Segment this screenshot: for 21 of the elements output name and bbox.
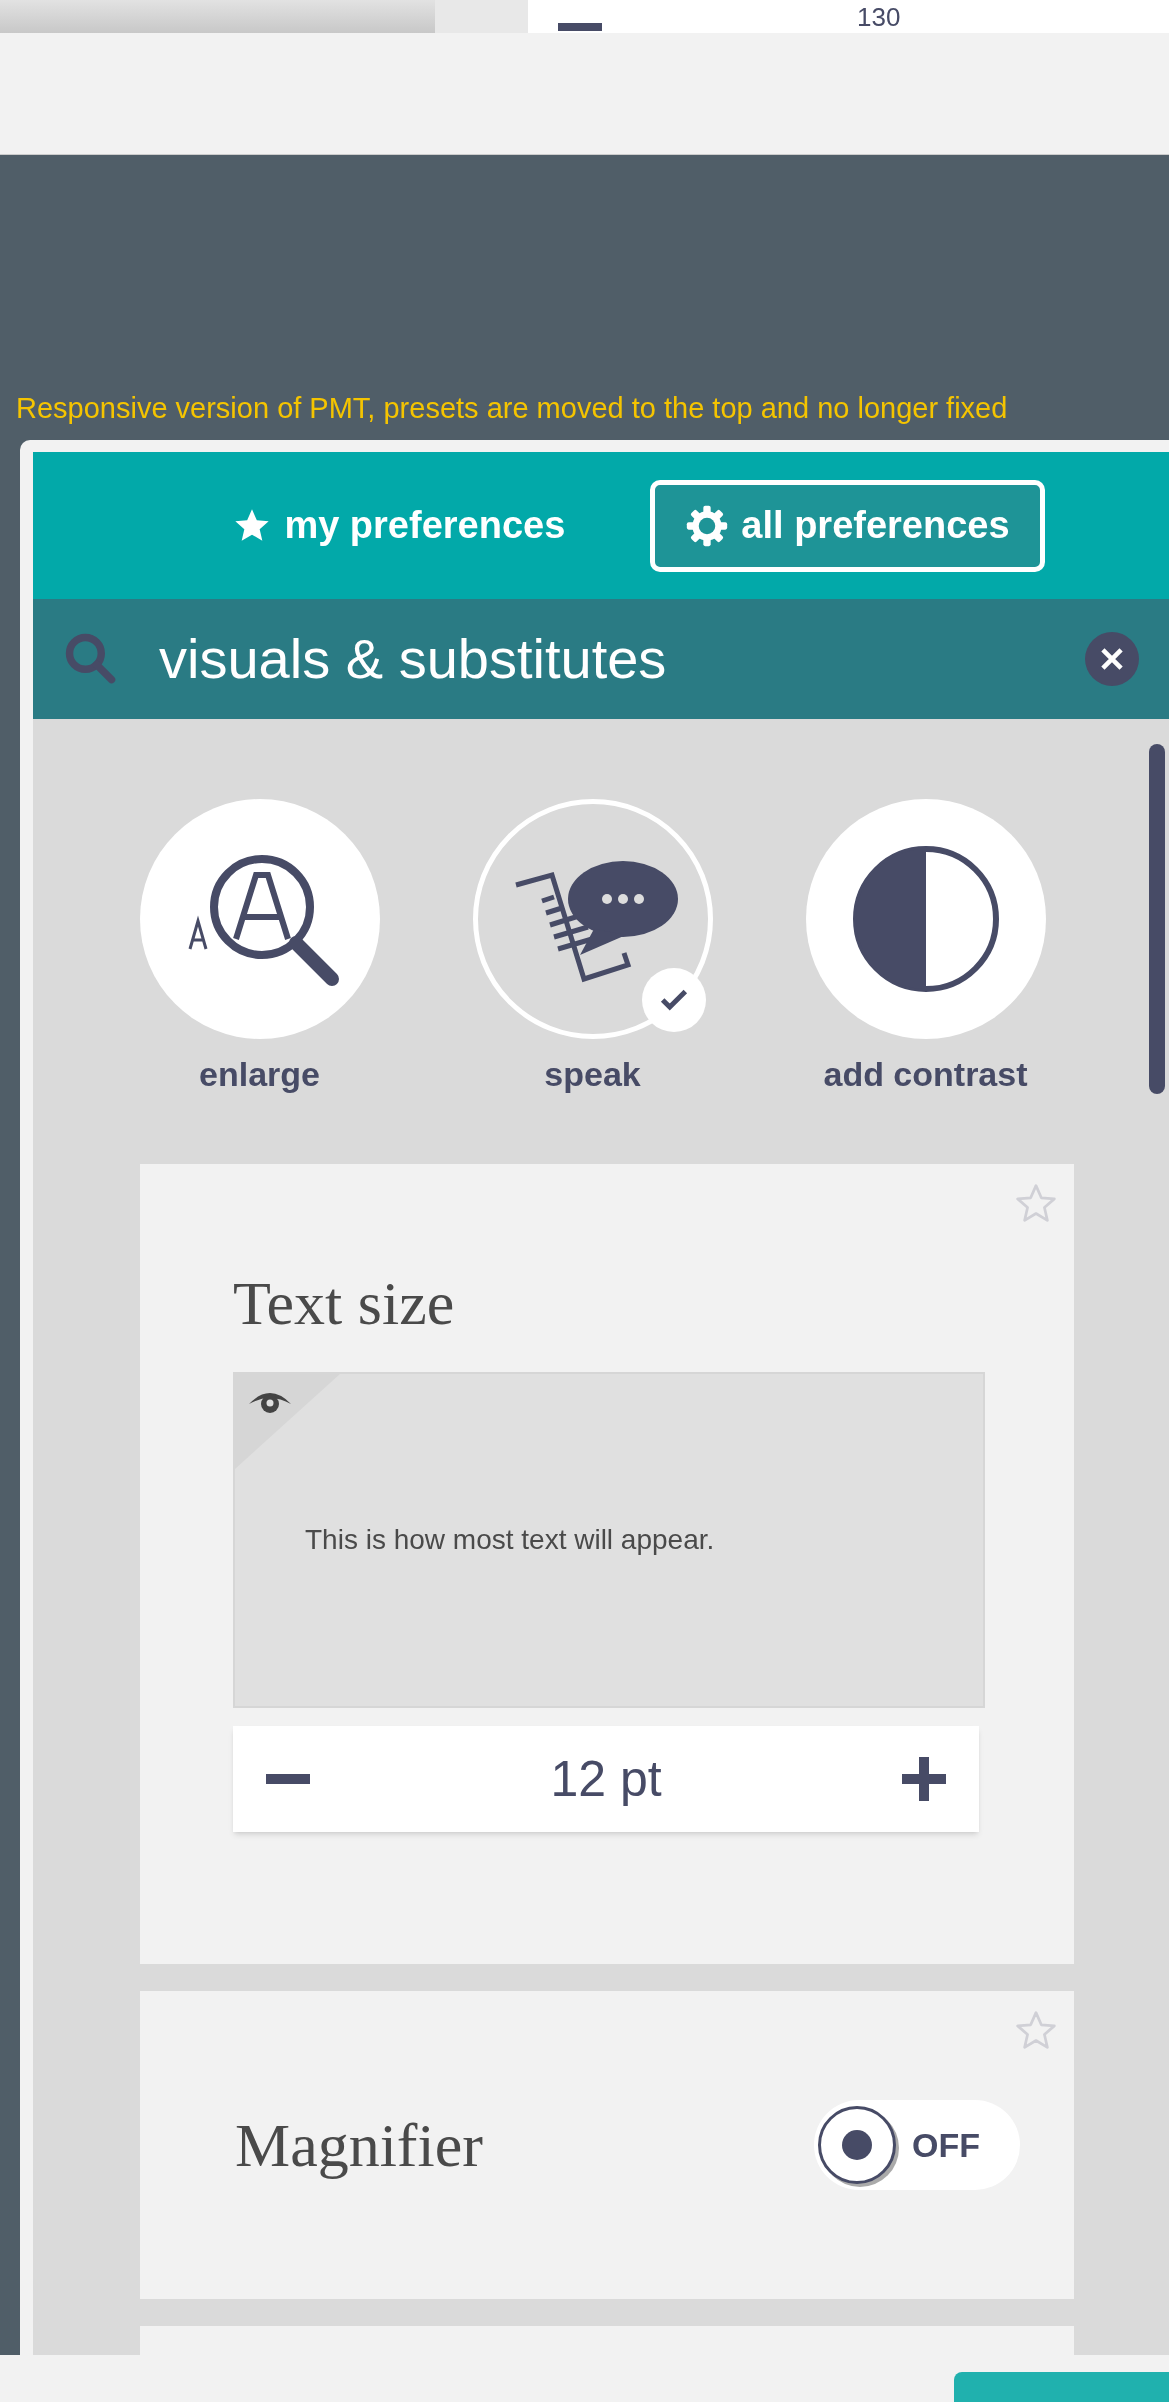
top-value: 130: [857, 3, 901, 30]
search-field[interactable]: visuals & substitutes: [33, 599, 1169, 719]
plus-icon: [902, 1757, 946, 1801]
preview-text: This is how most text will appear.: [305, 1523, 715, 1557]
preferences-tab[interactable]: all preferences: [650, 479, 1045, 572]
minus-icon: [266, 1774, 310, 1784]
scrollbar[interactable]: [1149, 744, 1165, 1094]
setting-title: Text size: [233, 1272, 456, 1334]
preset-label: add contrast: [823, 1054, 1028, 1095]
preset-label: enlarge: [199, 1054, 320, 1095]
plus-button[interactable]: [899, 1754, 949, 1804]
minus-icon: [558, 22, 602, 31]
contrast-icon: [850, 844, 1001, 994]
toggle-switch[interactable]: OFF: [814, 2100, 1020, 2190]
close-icon: [1099, 646, 1125, 672]
gear-icon: [685, 503, 730, 548]
stepper-value: 12 pt: [550, 1749, 662, 1809]
clear-button[interactable]: [1085, 632, 1139, 686]
preferences-tab[interactable]: my preferences: [197, 479, 601, 572]
preset-label: speak: [544, 1054, 641, 1095]
notice-text: Responsive version of PMT, presets are moved to the top and no longer fixed: [16, 390, 1008, 426]
